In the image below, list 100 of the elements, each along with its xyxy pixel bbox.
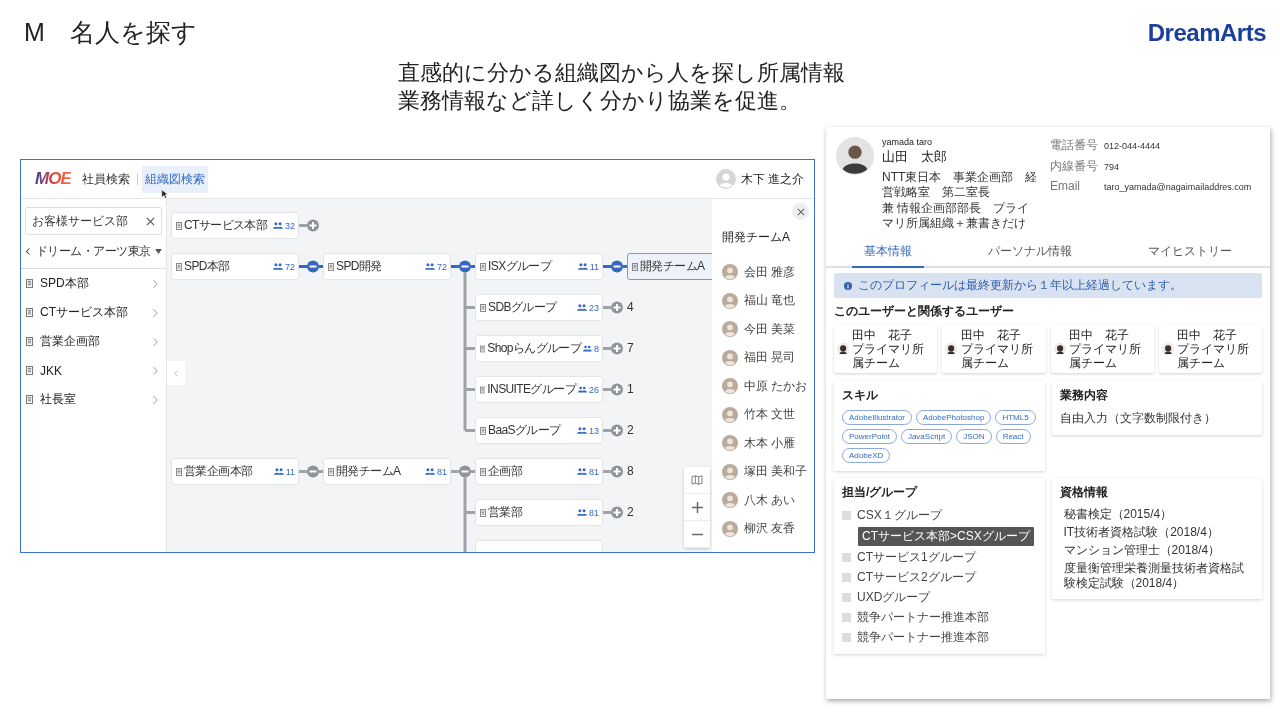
sidebar-item[interactable]: 社長室 — [40, 391, 145, 408]
user-card[interactable]: 田中 花子 プライマリ所属チーム — [834, 325, 938, 373]
user-name: 木下 進之介 — [740, 170, 804, 188]
name-romaji: yamada taro — [882, 137, 934, 147]
chevron-right-icon[interactable] — [152, 278, 158, 289]
org-node[interactable]: 営業部 81 — [475, 499, 603, 526]
org-node[interactable]: SPD本部 72 — [171, 253, 299, 280]
collapse-toggle[interactable] — [611, 260, 623, 273]
member-name[interactable]: 木本 小雁 — [744, 434, 796, 452]
sidebar-item[interactable]: CTサービス本部 — [40, 304, 145, 321]
clear-icon[interactable] — [146, 216, 155, 226]
nav-tab[interactable]: 社員検索 — [78, 165, 133, 193]
team-name: プライマリ所属チーム — [960, 342, 1034, 370]
member-name[interactable]: 八木 あい — [744, 491, 796, 509]
caret-icon[interactable] — [155, 249, 162, 254]
user-card[interactable]: 田中 花子 プライマリ所属チーム — [1158, 325, 1262, 373]
collapse-toggle[interactable] — [307, 260, 319, 273]
member-name[interactable]: 今田 美菜 — [744, 320, 796, 338]
member-name[interactable]: 福田 晃司 — [744, 349, 796, 367]
expand-toggle[interactable] — [307, 219, 319, 232]
org-node[interactable]: SPD開発 72 — [323, 253, 451, 280]
checkbox[interactable] — [842, 633, 851, 642]
chevron-right-icon[interactable] — [152, 394, 158, 405]
org-node[interactable]: CTサービス本部 32 — [171, 212, 299, 239]
member-name[interactable]: 竹本 文世 — [744, 406, 796, 424]
avatar — [722, 292, 738, 309]
search-field[interactable]: お客様サービス部 — [25, 207, 162, 235]
collapse-toggle[interactable] — [459, 465, 471, 478]
sidebar-item[interactable]: SPD本部 — [40, 275, 145, 292]
profile-tab[interactable]: パーソナル情報 — [976, 237, 1084, 266]
node-label: SPD本部 — [184, 258, 231, 275]
close-button[interactable] — [792, 203, 809, 220]
member-name[interactable]: 会田 雅彦 — [744, 263, 796, 281]
chevron-left-icon[interactable] — [174, 369, 178, 377]
member-name[interactable]: 福山 竜也 — [744, 292, 796, 310]
org-node[interactable]: INSUITEグループ 26 — [475, 376, 603, 403]
checkbox[interactable] — [842, 553, 851, 562]
member-count: 32 — [285, 220, 295, 231]
checkbox[interactable] — [842, 573, 851, 582]
user-card[interactable]: 田中 花子 プライマリ所属チーム — [1050, 325, 1154, 373]
map-button[interactable] — [684, 467, 710, 494]
zoom-in-button[interactable] — [684, 494, 710, 521]
collapse-handle[interactable] — [167, 361, 185, 385]
member-name[interactable]: 柳沢 友香 — [744, 520, 796, 538]
connector-line — [471, 470, 475, 473]
org-node[interactable]: 営業企画本部 11 — [171, 458, 299, 485]
team-name: プライマリ所属チーム — [1068, 342, 1142, 370]
chevron-right-icon[interactable] — [152, 336, 158, 347]
member-count: 13 — [589, 425, 599, 436]
sidebar-item[interactable]: 営業企画部 — [40, 333, 145, 350]
nav-tab[interactable]: 組織図検索 — [141, 165, 208, 193]
org-node[interactable]: ISXグループ 11 — [475, 253, 603, 280]
connector-line — [603, 511, 611, 514]
expand-toggle[interactable] — [611, 506, 623, 519]
chevron-right-icon[interactable] — [152, 307, 158, 318]
group-label: CTサービス1グループ — [857, 549, 976, 566]
duties-text: 自由入力（文字数制限付き） — [1059, 410, 1217, 427]
member-name[interactable]: 中原 たかお — [744, 377, 808, 395]
org-node[interactable]: 開発チームA — [627, 253, 712, 280]
checkbox[interactable] — [842, 593, 851, 602]
checkbox[interactable] — [842, 613, 851, 622]
member-count: 8 — [594, 343, 599, 354]
map-icon[interactable] — [691, 475, 703, 485]
people-icon — [577, 304, 587, 311]
org-node[interactable]: SDBグループ 23 — [475, 294, 603, 321]
profile-tab[interactable]: マイヒストリー — [1136, 237, 1244, 266]
building-icon — [480, 262, 486, 271]
collapse-toggle[interactable] — [459, 260, 471, 273]
connector-line — [471, 265, 475, 268]
expand-toggle[interactable] — [611, 342, 623, 355]
chevron-right-icon[interactable] — [152, 365, 158, 376]
member-count: 11 — [285, 466, 295, 477]
connector-line — [319, 265, 323, 268]
hidden-count: 4 — [627, 299, 634, 314]
node-label: Shopらんグループ — [487, 340, 582, 357]
collapse-toggle[interactable] — [307, 465, 319, 478]
contact-label: Email — [1050, 179, 1081, 193]
member-count: 72 — [437, 261, 447, 272]
expand-toggle[interactable] — [611, 383, 623, 396]
people-icon — [578, 386, 587, 393]
sidebar-item[interactable]: JKK — [40, 363, 145, 378]
org-node[interactable]: 企画部 81 — [475, 458, 603, 485]
expand-toggle[interactable] — [611, 301, 623, 314]
close-icon[interactable] — [796, 207, 805, 216]
org-node[interactable]: 開発チームA 81 — [323, 458, 451, 485]
profile-tab[interactable]: 基本情報 — [852, 237, 924, 268]
user-card[interactable]: 田中 花子 プライマリ所属チーム — [942, 325, 1046, 373]
expand-toggle[interactable] — [611, 465, 623, 478]
building-icon — [26, 308, 33, 317]
checkbox[interactable] — [842, 511, 851, 520]
plus-icon[interactable] — [691, 501, 703, 513]
node-label: 開発チームA — [336, 463, 402, 480]
member-name[interactable]: 塚田 美和子 — [744, 463, 808, 481]
org-node[interactable]: BaaSグループ 13 — [475, 417, 603, 444]
org-node[interactable]: Shopらんグループ 8 — [475, 335, 603, 362]
breadcrumb-label[interactable]: ドリーム・アーツ東京 — [33, 243, 153, 260]
back-icon[interactable] — [25, 247, 31, 256]
subtitle-line: 直感的に分かる組織図から人を探し所属情報 — [398, 59, 846, 87]
group-label: UXDグループ — [857, 589, 931, 606]
expand-toggle[interactable] — [611, 424, 623, 437]
